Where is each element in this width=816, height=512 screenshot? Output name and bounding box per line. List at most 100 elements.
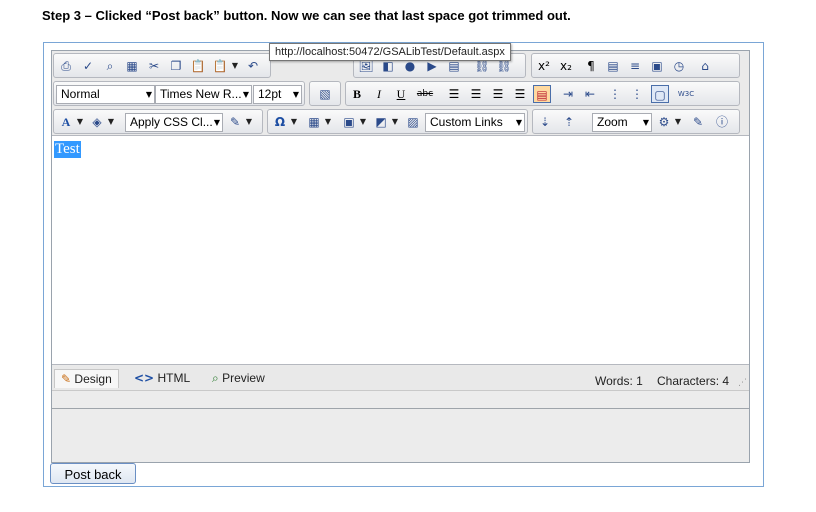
toolbar-group-special: Ω ▼ ▦ ▼ ▣ ▼ ◩ ▼ ▨ Custom Links ▼: [267, 109, 528, 134]
strikethrough-button[interactable]: abc: [414, 85, 436, 103]
chevron-down-icon: ▼: [242, 90, 249, 99]
spellcheck-icon[interactable]: ✓: [79, 57, 97, 75]
code-icon: <>: [134, 371, 155, 385]
align-center-icon[interactable]: ☰: [467, 85, 485, 103]
modules-icon[interactable]: ⚙: [655, 113, 673, 131]
format-brush-icon[interactable]: ✎: [226, 113, 244, 131]
select-all-icon[interactable]: ▦: [123, 57, 141, 75]
chevron-down-icon: ▼: [515, 118, 522, 127]
preview-mode-label: Preview: [222, 371, 265, 385]
track-changes-icon[interactable]: ✎: [689, 113, 707, 131]
special-chars-dropdown-icon[interactable]: ▼: [289, 113, 299, 131]
toolbar-group-bgimage: ▧: [309, 81, 341, 106]
selected-text: Test: [54, 141, 81, 158]
undo-icon[interactable]: ↶: [244, 57, 262, 75]
custom-links-value: Custom Links: [430, 115, 503, 129]
insert-date-icon[interactable]: ▣: [648, 57, 666, 75]
align-left-icon[interactable]: ☰: [445, 85, 463, 103]
zoom-value: Zoom: [597, 115, 628, 129]
editor-mode-bar: ✎ Design <> HTML ⌕ Preview Words: 1 Char…: [52, 366, 749, 391]
design-mode-tab[interactable]: ✎ Design: [54, 369, 119, 388]
special-chars-icon[interactable]: Ω: [271, 113, 289, 131]
template-manager-icon[interactable]: ▨: [404, 113, 422, 131]
apply-css-class-select[interactable]: Apply CSS Cl... ▼: [125, 113, 223, 132]
resize-grip-icon[interactable]: ⋰: [738, 378, 747, 388]
format-stripper-icon[interactable]: ⌂: [696, 57, 714, 75]
character-count: Characters: 4: [657, 374, 730, 388]
pencil-icon: ✎: [61, 372, 72, 386]
chevron-down-icon: ▼: [642, 118, 649, 127]
html-mode-label: HTML: [157, 371, 191, 385]
paragraph-icon[interactable]: ¶: [582, 57, 600, 75]
outdent-icon[interactable]: ⇤: [581, 85, 599, 103]
underline-button[interactable]: U: [392, 85, 410, 103]
insert-snippet-icon[interactable]: ▣: [340, 113, 358, 131]
paragraph-format-value: Normal: [61, 87, 100, 101]
modules-dropdown-icon[interactable]: ▼: [673, 113, 683, 131]
font-name-value: Times New R...: [160, 87, 242, 101]
paste-options-icon[interactable]: 📋: [211, 57, 229, 75]
align-right-icon[interactable]: ☰: [489, 85, 507, 103]
url-tooltip: http://localhost:50472/GSALibTest/Defaul…: [269, 43, 511, 61]
toolbar-group-fonts: Normal ▼ Times New R... ▼ 12pt ▼: [53, 81, 305, 106]
insert-paragraph-icon[interactable]: ▤: [604, 57, 622, 75]
cut-icon[interactable]: ✂: [145, 57, 163, 75]
zoom-select[interactable]: Zoom ▼: [592, 113, 652, 132]
font-size-select[interactable]: 12pt ▼: [253, 85, 302, 104]
find-replace-icon[interactable]: ⌕: [101, 57, 119, 75]
divider-line: [52, 408, 749, 409]
numbered-list-icon[interactable]: ⋮: [606, 85, 624, 103]
design-mode-label: Design: [74, 372, 112, 386]
justify-icon[interactable]: ☰: [511, 85, 529, 103]
paragraph-format-select[interactable]: Normal ▼: [56, 85, 155, 104]
custom-links-select[interactable]: Custom Links ▼: [425, 113, 525, 132]
font-size-value: 12pt: [258, 87, 282, 101]
custom-link-dropdown-icon[interactable]: ▼: [390, 113, 400, 131]
toolbar-group-zoom: ⇣ ⇡ Zoom ▼ ⚙ ▼ ✎ ⓘ: [532, 109, 740, 134]
print-icon[interactable]: ⎙: [57, 57, 75, 75]
toolbar-row-3: A ▼ ◈ ▼ Apply CSS Cl... ▼ ✎ ▼ Ω ▼ ▦ ▼ ▣ …: [53, 109, 748, 135]
convert-uppercase-icon[interactable]: ⇡: [560, 113, 578, 131]
highlight-dropdown-icon[interactable]: ▼: [106, 113, 116, 131]
highlight-color-icon[interactable]: ◈: [88, 113, 106, 131]
chevron-down-icon: ▼: [213, 118, 220, 127]
bulleted-list-icon[interactable]: ⋮: [628, 85, 646, 103]
paste-dropdown-icon[interactable]: ▼: [230, 57, 240, 75]
bold-button[interactable]: B: [348, 85, 366, 103]
background-image-icon[interactable]: ▧: [316, 85, 334, 103]
superscript-icon[interactable]: x²: [535, 57, 553, 75]
editor-content-area[interactable]: Test: [52, 135, 749, 365]
insert-time-icon[interactable]: ◷: [670, 57, 688, 75]
horizontal-rule-icon[interactable]: ≡: [626, 57, 644, 75]
insert-custom-link-icon[interactable]: ◩: [372, 113, 390, 131]
toolbar-group-text-style: B I U abc ☰ ☰ ☰ ☰ ▤ ⇥ ⇤ ⋮ ⋮ ▢ W3C: [345, 81, 740, 106]
convert-lowercase-icon[interactable]: ⇣: [536, 113, 554, 131]
toggle-table-border-icon[interactable]: ▢: [651, 85, 669, 103]
font-name-select[interactable]: Times New R... ▼: [155, 85, 252, 104]
step-caption: Step 3 – Clicked “Post back” button. Now…: [42, 8, 571, 23]
italic-button[interactable]: I: [370, 85, 388, 103]
insert-table-dropdown-icon[interactable]: ▼: [323, 113, 333, 131]
copy-icon[interactable]: ❐: [167, 57, 185, 75]
subscript-icon[interactable]: x₂: [557, 57, 575, 75]
magnifier-icon: ⌕: [212, 371, 219, 385]
toolbar-group-format: x² x₂ ¶ ▤ ≡ ▣ ◷ ⌂: [531, 53, 740, 78]
font-color-dropdown-icon[interactable]: ▼: [75, 113, 85, 131]
xhtml-validator-icon[interactable]: W3C: [675, 85, 697, 103]
preview-mode-tab[interactable]: ⌕ Preview: [212, 369, 265, 388]
insert-table-icon[interactable]: ▦: [305, 113, 323, 131]
font-color-icon[interactable]: A: [57, 113, 75, 131]
toolbar-row-2: Normal ▼ Times New R... ▼ 12pt ▼ ▧ B I U…: [53, 81, 748, 107]
insert-snippet-dropdown-icon[interactable]: ▼: [358, 113, 368, 131]
editor-lower-area: [52, 391, 749, 462]
css-class-value: Apply CSS Cl...: [130, 115, 213, 129]
html-mode-tab[interactable]: <> HTML: [134, 369, 190, 388]
post-back-button[interactable]: Post back: [50, 463, 136, 484]
format-brush-dropdown-icon[interactable]: ▼: [244, 113, 254, 131]
word-count: Words: 1: [595, 374, 643, 388]
about-icon[interactable]: ⓘ: [713, 113, 731, 131]
toolbar-group-colors: A ▼ ◈ ▼ Apply CSS Cl... ▼ ✎ ▼: [53, 109, 263, 134]
indent-icon[interactable]: ⇥: [559, 85, 577, 103]
paste-icon[interactable]: 📋: [189, 57, 207, 75]
align-none-icon[interactable]: ▤: [533, 85, 551, 103]
